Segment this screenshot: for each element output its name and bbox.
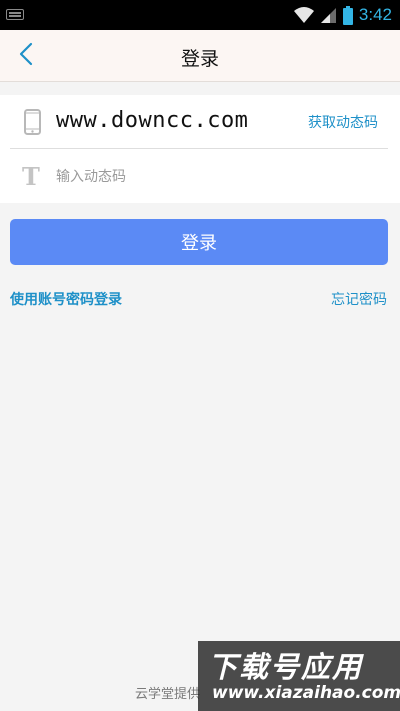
phone-row: www.downcc.com 获取动态码 xyxy=(0,95,400,149)
text-t-icon: T xyxy=(22,162,40,191)
status-bar: 3:42 xyxy=(0,0,400,30)
login-form: www.downcc.com 获取动态码 T 输入动态码 xyxy=(0,95,400,203)
status-time: 3:42 xyxy=(358,5,392,24)
wifi-icon xyxy=(293,6,315,24)
code-row: T 输入动态码 xyxy=(0,149,400,203)
get-code-button[interactable]: 获取动态码 xyxy=(308,112,378,132)
login-button[interactable]: 登录 xyxy=(10,219,388,265)
code-input[interactable]: 输入动态码 xyxy=(56,166,356,186)
forgot-password-link[interactable]: 忘记密码 xyxy=(331,289,387,309)
status-icons: 3:42 xyxy=(293,5,392,25)
battery-icon xyxy=(342,5,353,25)
title-bar: 登录 xyxy=(0,30,400,82)
footer-text: 云学堂提供 xyxy=(135,687,201,702)
phone-icon xyxy=(24,109,41,139)
signal-icon xyxy=(320,6,337,24)
watermark: 下载号应用 www.xiazaihao.com xyxy=(198,641,400,711)
keyboard-icon xyxy=(6,9,24,20)
watermark-url: www.xiazaihao.com xyxy=(212,683,400,703)
watermark-title: 下载号应用 xyxy=(208,650,364,684)
page-title: 登录 xyxy=(180,48,219,70)
account-password-login-link[interactable]: 使用账号密码登录 xyxy=(10,289,122,309)
phone-input[interactable]: www.downcc.com xyxy=(56,108,278,133)
